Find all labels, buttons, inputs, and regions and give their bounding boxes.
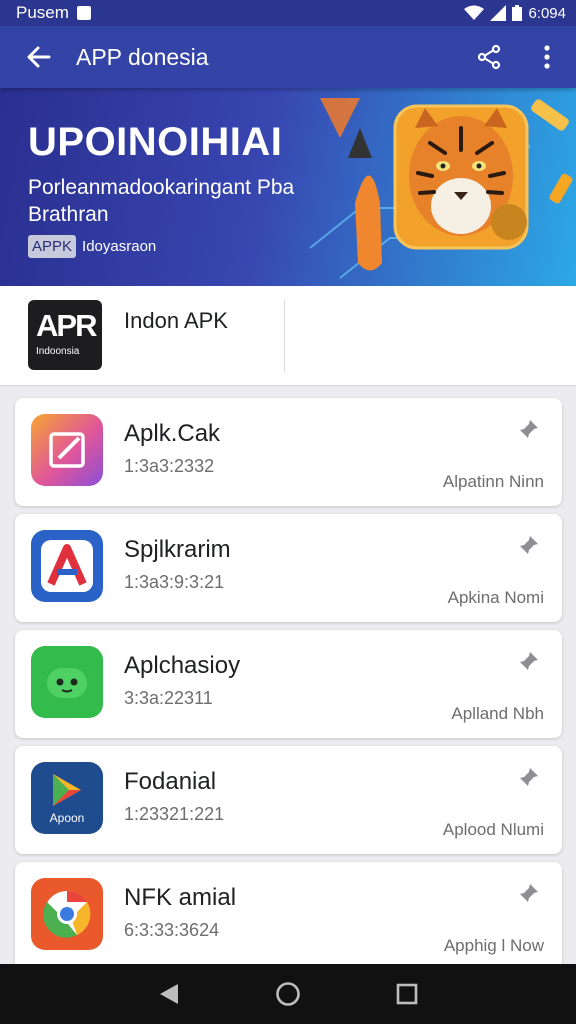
- home-icon[interactable]: [275, 981, 301, 1007]
- app-meta: 3:3a:22311: [124, 688, 213, 708]
- sim-icon: [76, 6, 91, 20]
- recents-icon[interactable]: [396, 983, 418, 1005]
- banner-artwork: [309, 98, 573, 279]
- banner-headline: UPOINOIHIAI: [28, 120, 283, 164]
- arrow-left-icon: [27, 46, 51, 68]
- app-card[interactable]: Aplchasioy 3:3a:22311 Aplland Nbh: [15, 630, 562, 738]
- chrome-app-icon: [31, 878, 103, 950]
- app-link[interactable]: Aplland Nbh: [451, 704, 544, 724]
- banner-tags: APPK Idoyasraon: [28, 235, 156, 258]
- app-card[interactable]: Apoon Fodanial 1:23321:221 Aplood Nlumi: [15, 746, 562, 854]
- app-name: NFK amial: [124, 884, 237, 911]
- edit-app-icon: [31, 414, 103, 486]
- banner-subtitle-line-2: Brathran: [28, 203, 109, 226]
- pin-icon[interactable]: [518, 418, 540, 440]
- app-card[interactable]: NFK amial 6:3:33:3624 Apphig l Now: [15, 862, 562, 970]
- app-link[interactable]: Apphig l Now: [444, 936, 544, 956]
- featured-logo-subtext: Indoonsia: [36, 346, 80, 357]
- letter-a-app-icon: [31, 530, 103, 602]
- svg-text:Apoon: Apoon: [50, 811, 85, 825]
- app-name: Fodanial: [124, 768, 217, 795]
- clock: 6:094: [528, 4, 566, 22]
- banner-tag-text: Idoyasraon: [82, 238, 157, 255]
- app-meta: 1:3a3:9:3:21: [124, 572, 225, 592]
- app-meta: 6:3:33:3624: [124, 920, 220, 940]
- banner-subtitle-line-1: Porleanmadookaringant Pba: [28, 176, 295, 199]
- app-link[interactable]: Alpatinn Ninn: [443, 472, 544, 492]
- wifi-icon: [464, 5, 485, 20]
- system-nav-bar: [0, 964, 576, 1024]
- pen-icon: [348, 128, 382, 271]
- more-vert-icon: [544, 45, 550, 69]
- app-meta: 1:3a3:2332: [124, 456, 215, 476]
- signal-icon: [490, 5, 507, 21]
- pin-icon[interactable]: [518, 882, 540, 904]
- battery-icon: [512, 5, 523, 21]
- carrier-label: Pusem: [16, 3, 69, 22]
- featured-logo: APR Indoonsia: [28, 300, 102, 370]
- page-title: APP donesia: [76, 43, 209, 70]
- back-button[interactable]: [0, 45, 76, 69]
- play-store-app-icon: Apoon: [31, 762, 103, 834]
- status-icons: 6:094: [464, 5, 566, 22]
- app-link[interactable]: Apkina Nomi: [448, 588, 544, 608]
- back-icon[interactable]: [158, 982, 180, 1006]
- app-link[interactable]: Aplood Nlumi: [443, 820, 544, 840]
- app-card[interactable]: Spjlkrarim 1:3a3:9:3:21 Apkina Nomi: [15, 514, 562, 622]
- android-face-app-icon: [31, 646, 103, 718]
- pin-icon[interactable]: [518, 534, 540, 556]
- apk-tag: APPK: [28, 235, 77, 258]
- pin-icon[interactable]: [518, 650, 540, 672]
- featured-app-name: Indon APK: [124, 308, 228, 333]
- app-meta: 1:23321:221: [124, 804, 225, 824]
- app-name: Aplk.Cak: [124, 420, 221, 447]
- app-card[interactable]: Aplk.Cak 1:3a3:2332 Alpatinn Ninn: [15, 398, 562, 506]
- share-button[interactable]: [460, 44, 518, 70]
- app-bar: APP donesia: [0, 26, 576, 88]
- featured-logo-text: APR: [36, 308, 97, 343]
- share-icon: [477, 44, 501, 70]
- featured-app[interactable]: APR Indoonsia Indon APK: [0, 286, 576, 386]
- app-name: Aplchasioy: [124, 652, 241, 679]
- app-name: Spjlkrarim: [124, 536, 231, 563]
- banner-subtitle: Porleanmadookaringant Pba Brathran: [28, 174, 328, 228]
- more-options-button[interactable]: [518, 44, 576, 70]
- promo-banner[interactable]: UPOINOIHIAI Porleanmadookaringant Pba Br…: [0, 88, 576, 286]
- pin-icon[interactable]: [518, 766, 540, 788]
- divider: [284, 300, 285, 372]
- status-bar: Pusem 6:094: [0, 0, 576, 26]
